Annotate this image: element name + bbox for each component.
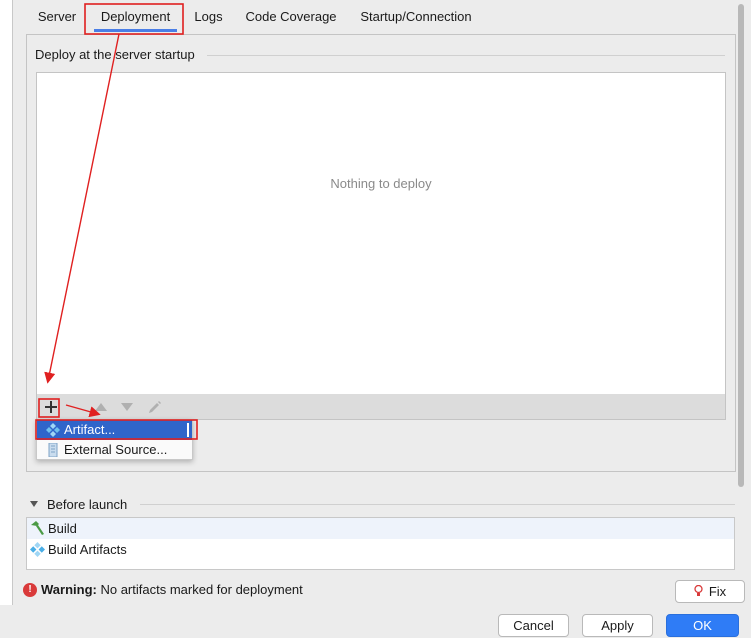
add-button[interactable] (41, 397, 61, 417)
fix-button-label: Fix (708, 584, 727, 599)
triangle-up-icon (95, 403, 107, 411)
list-item-build-label: Build (48, 521, 77, 536)
apply-button[interactable]: Apply (582, 614, 653, 637)
move-up-button[interactable] (91, 397, 111, 417)
external-source-icon (48, 443, 58, 457)
left-sidebar-pane (0, 0, 13, 605)
ok-button[interactable]: OK (666, 614, 739, 637)
tab-logs[interactable]: Logs (183, 0, 234, 34)
warning-icon: ! (23, 583, 37, 597)
before-launch-title: Before launch (47, 497, 128, 512)
warning-text: No artifacts marked for deployment (100, 582, 303, 597)
list-item-build-artifacts-label: Build Artifacts (48, 542, 127, 557)
before-launch-divider (140, 504, 735, 505)
list-item-build-artifacts[interactable]: Build Artifacts (27, 539, 734, 560)
deployment-list[interactable]: Nothing to deploy (36, 72, 726, 395)
hammer-icon (31, 521, 44, 535)
menu-item-external-source-label: External Source... (64, 442, 168, 457)
scrollbar-thumb[interactable] (738, 4, 744, 487)
menu-item-external-source[interactable]: External Source... (37, 440, 192, 460)
tab-server[interactable]: Server (26, 0, 88, 34)
collapse-triangle-icon[interactable] (30, 501, 38, 507)
tab-startup-connection[interactable]: Startup/Connection (348, 0, 484, 34)
artifact-icon (30, 542, 45, 557)
move-down-button[interactable] (117, 397, 137, 417)
add-popup-menu: Artifact... External Source... (36, 419, 193, 460)
tab-code-coverage[interactable]: Code Coverage (234, 0, 348, 34)
deployment-panel: Deploy at the server startup Nothing to … (26, 34, 736, 472)
fix-button[interactable]: Fix (675, 580, 745, 603)
artifact-icon (46, 423, 60, 437)
triangle-down-icon (121, 403, 133, 411)
edit-button[interactable] (144, 397, 164, 417)
warning-label: Warning: (41, 582, 97, 597)
deployment-list-toolbar (36, 394, 726, 420)
pencil-icon (148, 400, 161, 413)
deploy-group-title: Deploy at the server startup (35, 47, 201, 62)
plus-icon (45, 401, 57, 413)
menu-item-artifact[interactable]: Artifact... (37, 420, 192, 440)
before-launch-list[interactable]: Build Build Artifacts (26, 517, 735, 570)
list-item-build[interactable]: Build (27, 518, 734, 539)
vertical-scrollbar[interactable] (737, 0, 746, 490)
lightbulb-icon (694, 585, 703, 596)
menu-item-artifact-label: Artifact... (64, 422, 116, 437)
cancel-button[interactable]: Cancel (498, 614, 569, 637)
group-divider (207, 55, 725, 56)
tab-deployment[interactable]: Deployment (88, 0, 183, 34)
empty-list-text: Nothing to deploy (330, 176, 432, 191)
